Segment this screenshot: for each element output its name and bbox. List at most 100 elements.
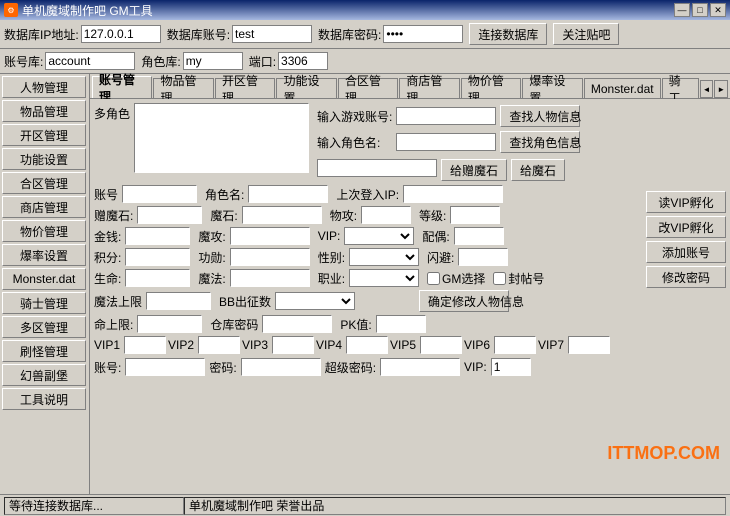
partner-input[interactable] [454, 227, 504, 245]
gift-row: 给赠魔石 给魔石 [317, 159, 580, 181]
gold-input[interactable] [125, 227, 190, 245]
gift-demon-stone-btn2[interactable]: 给魔石 [511, 159, 565, 181]
confirm-modify-btn[interactable]: 确定修改人物信息 [419, 290, 509, 312]
role-lib-label: 角色库: [141, 53, 180, 70]
change-pwd-btn[interactable]: 修改密码 [646, 266, 726, 288]
add-account-btn[interactable]: 添加账号 [646, 241, 726, 263]
donate-stone-input[interactable] [137, 206, 202, 224]
gender-label: 性别: [318, 249, 345, 266]
port-input[interactable] [278, 52, 328, 70]
vip3-label: VIP3 [242, 338, 270, 352]
tab-scroll-right[interactable]: ► [714, 80, 728, 98]
sidebar-item-monsterdat[interactable]: Monster.dat [2, 268, 86, 290]
last-login-ip-input[interactable] [403, 185, 503, 203]
sidebar-item-spawnmgr[interactable]: 刷怪管理 [2, 340, 86, 362]
sidebar-item-shop[interactable]: 商店管理 [2, 196, 86, 218]
sidebar-item-toolinfo[interactable]: 工具说明 [2, 388, 86, 410]
donate-stone-label: 赠魔石: [94, 207, 133, 224]
gift-demon-stone-btn[interactable]: 给赠魔石 [441, 159, 507, 181]
account-field-input[interactable] [122, 185, 197, 203]
gm-select-checkbox[interactable] [427, 272, 440, 285]
vip-select[interactable] [344, 227, 414, 245]
tab-openzone[interactable]: 开区管理 [215, 78, 275, 98]
bottom-password-input[interactable] [241, 358, 321, 376]
level-input[interactable] [450, 206, 500, 224]
tab-price[interactable]: 物价管理 [461, 78, 521, 98]
sidebar-item-mergezone[interactable]: 合区管理 [2, 172, 86, 194]
job-select[interactable] [349, 269, 419, 287]
account-lib-label: 账号库: [4, 53, 43, 70]
warehouse-pwd-input[interactable] [262, 315, 332, 333]
life-input[interactable] [125, 269, 190, 287]
max-life-input[interactable] [137, 315, 202, 333]
search-role-input[interactable] [396, 133, 496, 151]
tab-knight[interactable]: 骑工 [662, 78, 699, 98]
vip4-input[interactable] [346, 336, 388, 354]
tab-items[interactable]: 物品管理 [153, 78, 213, 98]
role-name-field-input[interactable] [248, 185, 328, 203]
sidebar-item-items[interactable]: 物品管理 [2, 100, 86, 122]
close-tieba-button[interactable]: 关注贴吧 [553, 23, 619, 45]
db-ip-input[interactable] [81, 25, 161, 43]
search-role-label: 输入角色名: [317, 134, 380, 151]
sidebar-item-multizone[interactable]: 多区管理 [2, 316, 86, 338]
sidebar-item-knight[interactable]: 骑士管理 [2, 292, 86, 314]
vip-field-label: VIP: [318, 229, 341, 243]
db-account-input[interactable] [232, 25, 312, 43]
gift-stone-input[interactable] [317, 159, 437, 177]
bottom-vip-label: VIP: [464, 360, 487, 374]
vip3-input[interactable] [272, 336, 314, 354]
bb-output-select[interactable] [275, 292, 355, 310]
tab-shop[interactable]: 商店管理 [399, 78, 459, 98]
magic-atk-input[interactable] [230, 227, 310, 245]
tab-bar: 账号管理 物品管理 开区管理 功能设置 合区管理 商店管理 物价管理 爆率设置 … [90, 74, 730, 99]
close-button[interactable]: ✕ [710, 3, 726, 17]
tab-droprate[interactable]: 爆率设置 [522, 78, 582, 98]
change-vip-btn[interactable]: 改VIP孵化 [646, 216, 726, 238]
bottom-super-pwd-input[interactable] [380, 358, 460, 376]
moshi-input[interactable] [242, 206, 322, 224]
connect-db-button[interactable]: 连接数据库 [469, 23, 547, 45]
read-vip-btn[interactable]: 读VIP孵化 [646, 191, 726, 213]
sidebar-item-funcset[interactable]: 功能设置 [2, 148, 86, 170]
magic-upper-input[interactable] [146, 292, 211, 310]
tab-monsterdat[interactable]: Monster.dat [584, 78, 661, 98]
find-person-btn[interactable]: 查找人物信息 [500, 105, 580, 127]
account-lib-input[interactable] [45, 52, 135, 70]
pk-value-input[interactable] [376, 315, 426, 333]
sidebar-item-droprate[interactable]: 爆率设置 [2, 244, 86, 266]
tab-mergezone[interactable]: 合区管理 [338, 78, 398, 98]
multi-char-listbox[interactable] [134, 103, 309, 173]
role-lib-input[interactable] [183, 52, 243, 70]
sidebar-item-phantom[interactable]: 幻兽副堡 [2, 364, 86, 386]
vip5-input[interactable] [420, 336, 462, 354]
flash-input[interactable] [458, 248, 508, 266]
bottom-account-input[interactable] [125, 358, 205, 376]
find-role-btn[interactable]: 查找角色信息 [500, 131, 580, 153]
minimize-button[interactable]: — [674, 3, 690, 17]
seal-checkbox[interactable] [493, 272, 506, 285]
tab-funcset[interactable]: 功能设置 [276, 78, 336, 98]
sidebar-item-openzone[interactable]: 开区管理 [2, 124, 86, 146]
search-game-account-input[interactable] [396, 107, 496, 125]
magic-val-input[interactable] [230, 269, 310, 287]
vip1-input[interactable] [124, 336, 166, 354]
life-label: 生命: [94, 270, 121, 287]
sidebar-item-price[interactable]: 物价管理 [2, 220, 86, 242]
vip2-input[interactable] [198, 336, 240, 354]
bb-output-label: BB出征数 [219, 293, 271, 310]
vip7-input[interactable] [568, 336, 610, 354]
vip6-input[interactable] [494, 336, 536, 354]
tab-scroll-left[interactable]: ◄ [700, 80, 714, 98]
tab-account[interactable]: 账号管理 [92, 76, 152, 98]
phys-atk-input[interactable] [361, 206, 411, 224]
db-password-input[interactable] [383, 25, 463, 43]
gender-select[interactable] [349, 248, 419, 266]
maximize-button[interactable]: □ [692, 3, 708, 17]
merit-input[interactable] [230, 248, 310, 266]
search-role-row: 输入角色名: 查找角色信息 [317, 131, 580, 153]
sidebar-item-person[interactable]: 人物管理 [2, 76, 86, 98]
points-input[interactable] [125, 248, 190, 266]
bottom-vip-input[interactable] [491, 358, 531, 376]
level-label: 等级: [419, 207, 446, 224]
